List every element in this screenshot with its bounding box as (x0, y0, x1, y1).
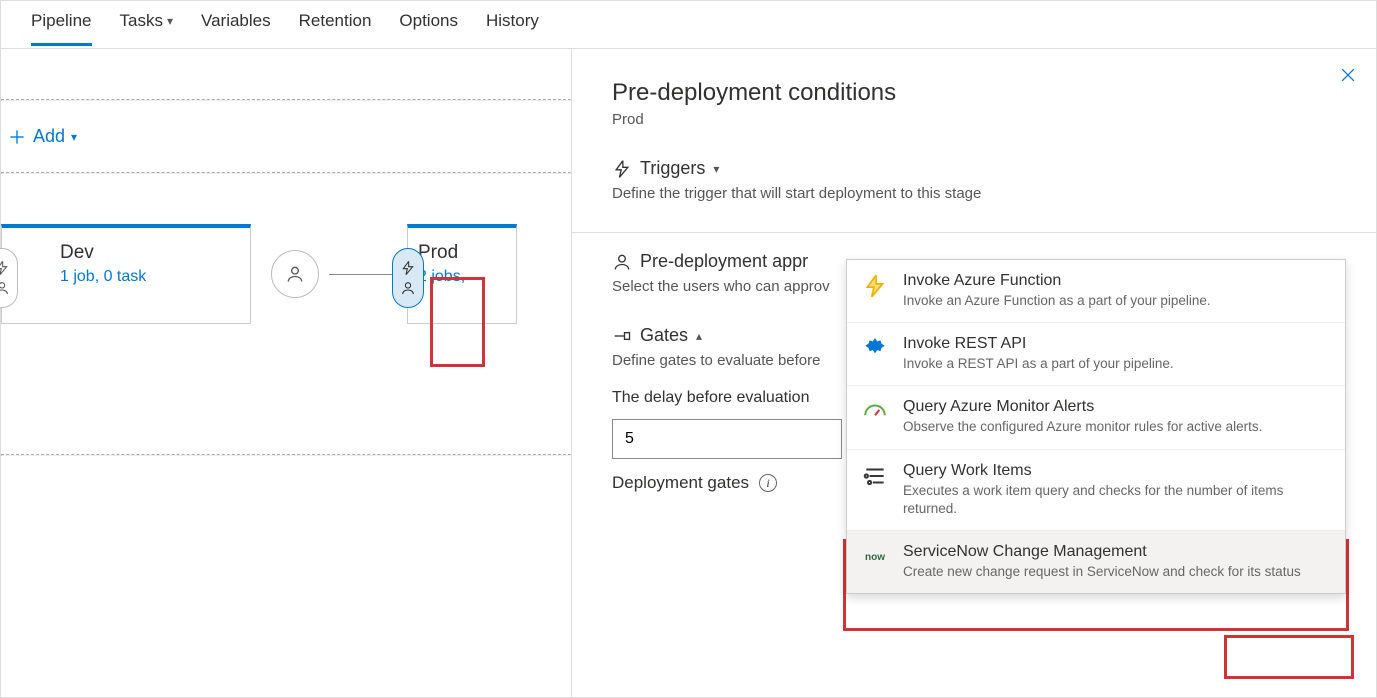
panel-title: Pre-deployment conditions (612, 79, 1346, 107)
approvals-label: Pre-deployment appr (640, 251, 808, 272)
gear-icon (861, 335, 889, 363)
gate-icon (612, 326, 632, 346)
dd-title: Invoke Azure Function (903, 272, 1331, 290)
dd-desc: Invoke a REST API as a part of your pipe… (903, 355, 1331, 373)
lightning-icon (0, 260, 10, 276)
gate-type-dropdown: Invoke Azure Function Invoke an Azure Fu… (846, 259, 1346, 594)
lightning-icon (400, 260, 416, 276)
tab-history[interactable]: History (486, 11, 539, 43)
servicenow-icon: now (861, 543, 889, 571)
dropdown-item-azure-function[interactable]: Invoke Azure Function Invoke an Azure Fu… (847, 260, 1345, 323)
dropdown-item-servicenow[interactable]: now ServiceNow Change Management Create … (847, 531, 1345, 593)
dropdown-item-rest-api[interactable]: Invoke REST API Invoke a REST API as a p… (847, 323, 1345, 386)
highlight-add-button (1224, 635, 1354, 679)
dd-title: Invoke REST API (903, 335, 1331, 353)
add-artifact-button[interactable]: Add ▾ (1, 101, 571, 172)
section-triggers[interactable]: Triggers ▾ (612, 158, 1346, 179)
stage-card-prod[interactable]: Prod 2 jobs, (407, 224, 517, 324)
dd-title: Query Azure Monitor Alerts (903, 398, 1331, 416)
tab-pipeline[interactable]: Pipeline (31, 11, 92, 46)
person-icon (612, 252, 632, 272)
chevron-down-icon: ▾ (71, 130, 77, 144)
filter-icon (861, 462, 889, 490)
chevron-down-icon: ▾ (713, 162, 719, 176)
plus-icon (7, 127, 27, 147)
predeploy-panel: Pre-deployment conditions Prod Triggers … (571, 49, 1376, 697)
stages-row: Dev 1 job, 0 task Prod 2 jobs, (1, 224, 571, 324)
dropdown-item-azure-monitor[interactable]: Query Azure Monitor Alerts Observe the c… (847, 386, 1345, 449)
triggers-desc: Define the trigger that will start deplo… (612, 185, 1346, 202)
dashed-divider-mid (1, 172, 571, 174)
stage-prod-sub[interactable]: 2 jobs, (418, 268, 516, 286)
dropdown-item-work-items[interactable]: Query Work Items Executes a work item qu… (847, 450, 1345, 531)
gauge-icon (861, 398, 889, 426)
add-label: Add (33, 126, 65, 147)
dd-desc: Create new change request in ServiceNow … (903, 563, 1331, 581)
person-icon (400, 280, 416, 296)
info-icon[interactable]: i (759, 474, 777, 492)
trigger-icon (612, 159, 632, 179)
azure-function-icon (861, 272, 889, 300)
tab-variables[interactable]: Variables (201, 11, 271, 43)
delay-input[interactable] (612, 419, 842, 459)
dd-title: Query Work Items (903, 462, 1331, 480)
triggers-label: Triggers (640, 158, 705, 179)
person-icon (0, 280, 10, 296)
gates-label: Gates (640, 325, 688, 346)
dev-predeploy-badge[interactable] (0, 248, 18, 308)
pipeline-canvas: Add ▾ Dev 1 job, 0 task (1, 49, 571, 697)
stage-dev-sub[interactable]: 1 job, 0 task (60, 268, 250, 286)
tab-options[interactable]: Options (399, 11, 458, 43)
tab-tasks[interactable]: Tasks ▾ (120, 11, 174, 43)
dd-desc: Observe the configured Azure monitor rul… (903, 418, 1331, 436)
deployment-gates-label: Deployment gates (612, 473, 749, 493)
top-tabs: Pipeline Tasks ▾ Variables Retention Opt… (1, 1, 1376, 49)
stage-card-dev[interactable]: Dev 1 job, 0 task (1, 224, 251, 324)
prod-predeploy-badge[interactable] (392, 248, 424, 308)
main-area: Add ▾ Dev 1 job, 0 task (1, 49, 1376, 697)
chevron-up-icon: ▴ (696, 329, 702, 343)
stage-dev-name: Dev (60, 242, 250, 264)
dd-title: ServiceNow Change Management (903, 543, 1331, 561)
stage-prod-name: Prod (418, 242, 516, 264)
dd-desc: Executes a work item query and checks fo… (903, 482, 1331, 518)
chevron-down-icon: ▾ (167, 14, 173, 28)
panel-stage: Prod (612, 111, 1346, 128)
connector-approver[interactable] (271, 250, 319, 298)
person-icon (285, 264, 305, 284)
panel-divider (572, 232, 1376, 233)
dashed-divider-bottom (1, 454, 571, 456)
dd-desc: Invoke an Azure Function as a part of yo… (903, 292, 1331, 310)
tab-retention[interactable]: Retention (299, 11, 372, 43)
tab-tasks-label: Tasks (120, 11, 163, 31)
close-icon[interactable] (1338, 65, 1358, 90)
